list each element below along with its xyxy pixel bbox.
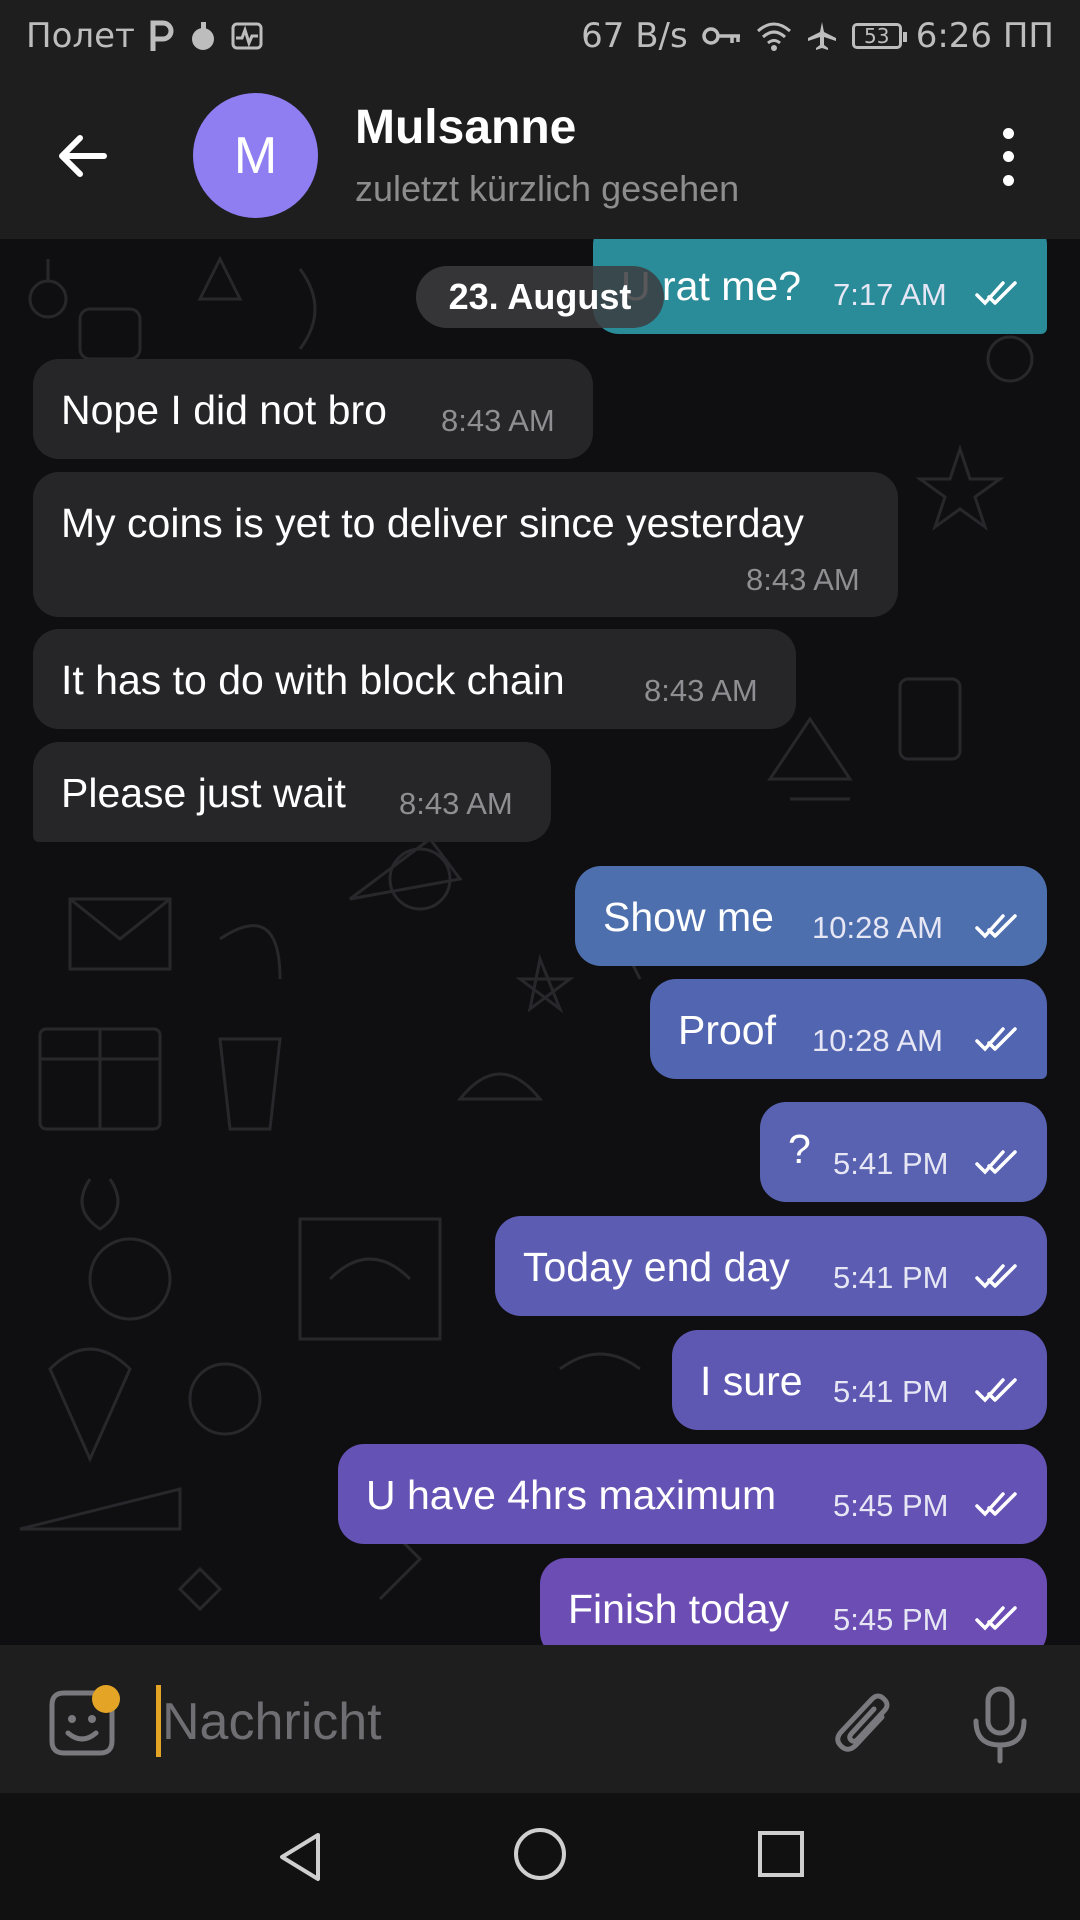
message-bubble-outgoing[interactable]: U have 4hrs maximum 5:45 PM <box>338 1444 1047 1544</box>
back-button[interactable] <box>50 124 114 188</box>
battery-indicator: 53 <box>851 23 907 49</box>
message-time: 5:45 PM <box>833 1602 949 1637</box>
message-text: U have 4hrs maximum <box>366 1472 777 1518</box>
wifi-icon <box>756 21 792 51</box>
network-speed: 67 B/s <box>581 16 688 56</box>
message-bubble-outgoing[interactable]: Finish today 5:45 PM <box>540 1558 1047 1645</box>
double-check-icon <box>975 1027 1017 1052</box>
vpn-key-icon <box>701 25 742 47</box>
message-composer <box>0 1645 1080 1793</box>
nav-recents-icon[interactable] <box>754 1827 808 1881</box>
contact-name[interactable]: Mulsanne <box>355 100 576 155</box>
double-check-icon <box>975 1606 1017 1631</box>
message-text: Show me <box>603 894 774 940</box>
activity-icon <box>231 22 263 50</box>
message-time: 10:28 AM <box>812 1023 943 1058</box>
message-time: 8:43 AM <box>399 786 513 821</box>
message-bubble-outgoing[interactable]: Show me 10:28 AM <box>575 866 1047 966</box>
parking-icon <box>149 19 175 53</box>
double-check-icon <box>975 281 1017 306</box>
message-bubble-incoming[interactable]: Please just wait 8:43 AM <box>33 742 551 842</box>
message-time: 5:45 PM <box>833 1488 949 1523</box>
message-bubble-outgoing[interactable]: ? 5:41 PM <box>760 1102 1047 1202</box>
message-text: Please just wait <box>61 770 346 816</box>
message-bubble-outgoing[interactable]: Today end day 5:41 PM <box>495 1216 1047 1316</box>
message-text: Proof <box>678 1007 776 1053</box>
message-text: ? <box>788 1126 811 1172</box>
message-text: Today end day <box>523 1244 790 1290</box>
nav-back-icon[interactable] <box>272 1829 328 1885</box>
message-time: 8:43 AM <box>644 673 758 708</box>
message-text: Finish today <box>568 1586 790 1632</box>
message-time: 5:41 PM <box>833 1260 949 1295</box>
system-navigation-bar <box>0 1793 1080 1920</box>
chat-header: M Mulsanne zuletzt kürzlich gesehen <box>0 72 1080 239</box>
message-time: 10:28 AM <box>812 910 943 945</box>
message-time: 8:43 AM <box>441 403 555 438</box>
clock: 6:26 ПП <box>915 16 1054 56</box>
message-time: 5:41 PM <box>833 1146 949 1181</box>
message-text: My coins is yet to deliver since yesterd… <box>61 500 804 546</box>
message-bubble-outgoing[interactable]: I sure 5:41 PM <box>672 1330 1047 1430</box>
message-time: 8:43 AM <box>746 562 860 597</box>
sticker-notification-dot <box>92 1685 120 1713</box>
avatar[interactable]: M <box>193 93 318 218</box>
message-time: 5:41 PM <box>833 1374 949 1409</box>
message-list[interactable]: U rat me? 7:17 AM 23. August Nope I did … <box>0 239 1080 1645</box>
date-separator: 23. August <box>416 266 664 328</box>
double-check-icon <box>975 1150 1017 1175</box>
app-notification-icon <box>189 20 217 52</box>
arrow-left-icon <box>59 135 107 177</box>
nav-home-icon[interactable] <box>512 1826 568 1882</box>
double-check-icon <box>975 1492 1017 1517</box>
message-bubble-incoming[interactable]: Nope I did not bro 8:43 AM <box>33 359 593 459</box>
microphone-icon <box>973 1686 1027 1764</box>
last-seen-status: zuletzt kürzlich gesehen <box>355 168 740 209</box>
carrier-name: Полет <box>26 16 135 56</box>
attach-button[interactable] <box>830 1687 900 1763</box>
message-bubble-incoming[interactable]: My coins is yet to deliver since yesterd… <box>33 472 898 617</box>
message-text: Nope I did not bro <box>61 387 387 433</box>
more-options-button[interactable] <box>990 122 1026 192</box>
message-time: 7:17 AM <box>833 277 947 312</box>
message-input[interactable] <box>160 1689 764 1755</box>
double-check-icon <box>975 914 1017 939</box>
more-vertical-icon <box>1002 128 1014 140</box>
double-check-icon <box>975 1264 1017 1289</box>
double-check-icon <box>975 1378 1017 1403</box>
message-text: It has to do with block chain <box>61 657 565 703</box>
status-bar: Полет 67 B/s 53 6:26 ПП <box>0 0 1080 72</box>
message-bubble-incoming[interactable]: It has to do with block chain 8:43 AM <box>33 629 796 729</box>
message-bubble-outgoing[interactable]: Proof 10:28 AM <box>650 979 1047 1079</box>
message-text: I sure <box>700 1358 803 1404</box>
voice-message-button[interactable] <box>970 1685 1030 1765</box>
airplane-mode-icon <box>806 20 838 52</box>
paperclip-icon <box>835 1693 890 1752</box>
